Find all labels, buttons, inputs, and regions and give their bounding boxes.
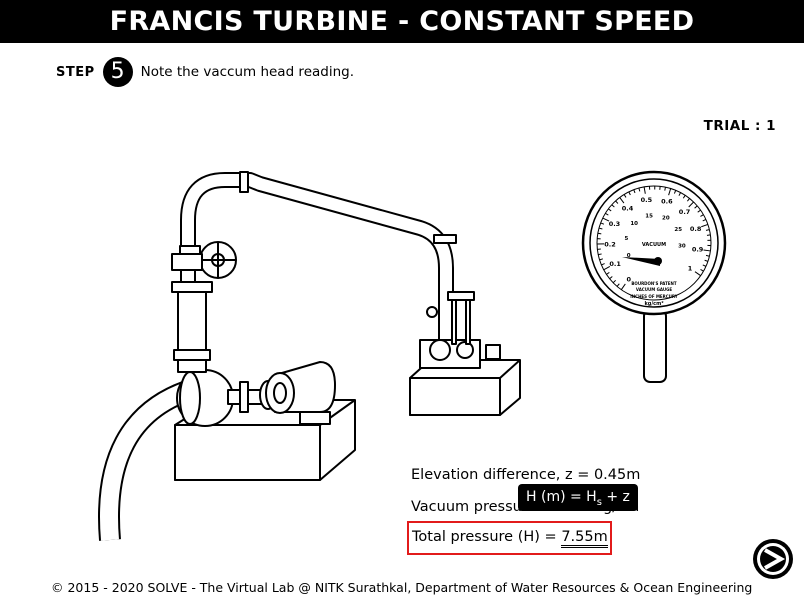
- gauge-outer-tick-label: 0.1: [609, 260, 621, 268]
- vacuum-gauge: VACUUM BOURDON'S PATENT VACUUM GAUGE INC…: [581, 170, 727, 383]
- step-label: STEP: [56, 64, 95, 80]
- total-pressure-label: Total pressure (H) =: [412, 529, 562, 545]
- gauge-caption: INCHES OF MERCURY: [630, 294, 677, 299]
- gauge-outer-tick-label: 0.4: [622, 204, 634, 212]
- gauge-outer-tick-label: 0.2: [604, 240, 616, 248]
- page-title: FRANCIS TURBINE - CONSTANT SPEED: [0, 0, 804, 43]
- step-row: STEP 5 Note the vaccum head reading.: [56, 57, 354, 87]
- next-arrow-icon[interactable]: [752, 538, 794, 580]
- gauge-tick: [598, 253, 602, 256]
- total-pressure-value: 7.55m: [561, 529, 608, 548]
- step-number-badge: 5: [102, 57, 133, 87]
- gauge-outer-tick-label: 0.9: [692, 246, 704, 254]
- gauge-caption: VACUUM GAUGE: [636, 287, 673, 292]
- gauge-outer-tick-label: 0.3: [609, 220, 621, 228]
- gauge-caption: BOURDON'S PATENT: [631, 281, 677, 286]
- gauge-tick: [597, 232, 602, 235]
- gauge-inner-tick-label: 30: [678, 243, 686, 249]
- total-pressure-box: Total pressure (H) = 7.55m: [407, 521, 612, 555]
- gauge-center-label: VACUUM: [642, 242, 666, 248]
- gauge-inner-tick-label: 15: [645, 213, 653, 219]
- gauge-inner-tick-label: 25: [674, 227, 682, 233]
- turbine-apparatus-illustration: [98, 171, 521, 541]
- gauge-outer-tick-label: 0: [626, 276, 631, 284]
- gauge-outer-tick-label: 0.6: [661, 197, 673, 205]
- gauge-inner-tick-label: 20: [662, 216, 670, 222]
- step-instruction: Note the vaccum head reading.: [140, 64, 355, 80]
- elevation-difference-reading: Elevation difference, z = 0.45m: [411, 467, 641, 483]
- gauge-outer-tick-label: 0.8: [690, 225, 702, 233]
- gauge-inner-tick-label: 10: [630, 221, 638, 227]
- gauge-outer-tick-label: 0.5: [641, 196, 653, 204]
- gauge-outer-tick-label: 1: [688, 265, 693, 273]
- gauge-unit: kg/cm²: [644, 301, 663, 307]
- footer-copyright: © 2015 - 2020 SOLVE - The Virtual Lab @ …: [51, 580, 753, 595]
- formula-tooltip: H (m) = Hs + z: [518, 484, 638, 511]
- gauge-outer-tick-label: 0.7: [679, 208, 691, 216]
- formula-prefix: H (m) = H: [526, 489, 597, 505]
- trial-label: TRIAL : 1: [703, 118, 776, 134]
- gauge-tick: [664, 187, 666, 191]
- gauge-inner-tick-label: 5: [625, 236, 629, 242]
- formula-suffix: + z: [601, 489, 630, 505]
